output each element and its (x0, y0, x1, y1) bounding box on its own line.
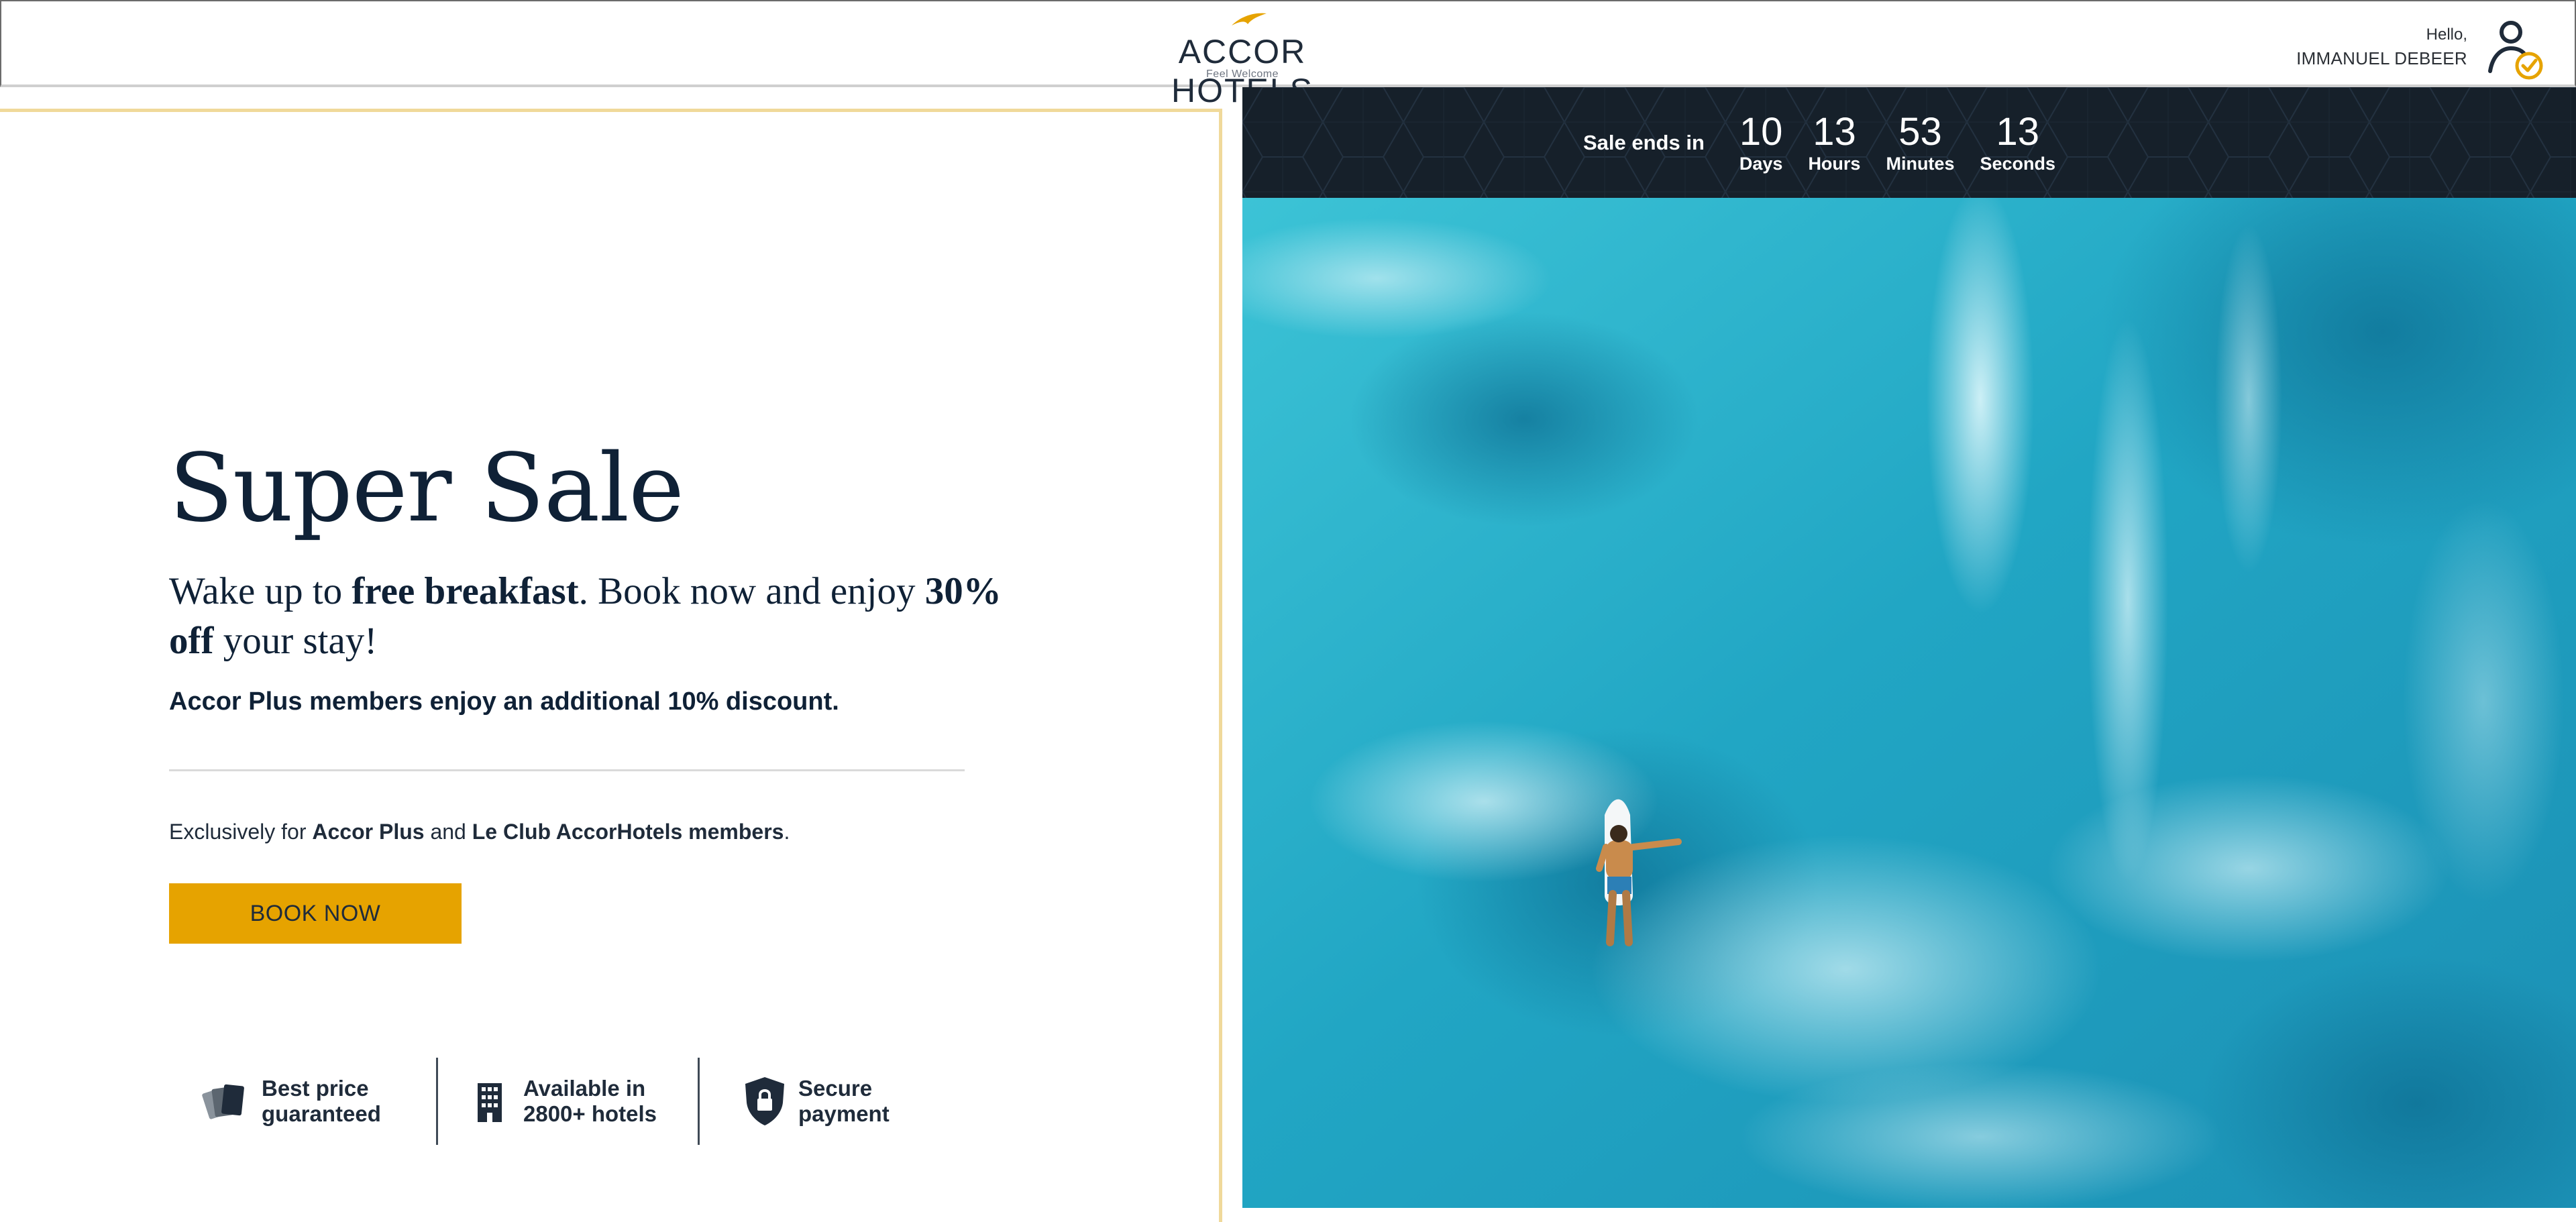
ocean-surfer-image (1242, 198, 2576, 1208)
feature-label: Available in 2800+ hotels (523, 1076, 657, 1126)
countdown-days: 10 Days (1739, 111, 1783, 174)
countdown: Sale ends in 10 Days 13 Hours 53 Minutes… (1583, 111, 2081, 174)
accorhotels-logo[interactable]: ACCOR HOTELS Feel Welcome (1115, 11, 1370, 109)
book-now-button[interactable]: BOOK NOW (169, 883, 462, 944)
countdown-seconds: 13 Seconds (1980, 111, 2055, 174)
feature-divider (698, 1058, 700, 1145)
feature-divider (436, 1058, 438, 1145)
building-icon (463, 1074, 517, 1128)
feature-list: Best price guaranteed Available in 2800+… (195, 1058, 932, 1165)
feature-label: Secure payment (798, 1076, 890, 1126)
hero-image-panel: Sale ends in 10 Days 13 Hours 53 Minutes… (1242, 87, 2576, 1208)
user-check-icon[interactable] (2481, 16, 2548, 83)
shield-lock-icon (738, 1074, 792, 1128)
countdown-value: 53 (1898, 109, 1942, 154)
bird-icon (1232, 13, 1267, 25)
divider (169, 769, 965, 771)
subtitle-text: your stay! (213, 620, 378, 662)
sale-ends-label: Sale ends in (1582, 130, 1705, 154)
promo-subtitle: Wake up to free breakfast. Book now and … (169, 567, 1041, 666)
exclusive-note: Exclusively for Accor Plus and Le Club A… (169, 820, 790, 844)
countdown-bar: Sale ends in 10 Days 13 Hours 53 Minutes… (1242, 87, 2576, 198)
countdown-unit-label: Hours (1808, 153, 1861, 174)
countdown-hours: 13 Hours (1808, 111, 1860, 174)
feature-label: Best price guaranteed (262, 1076, 381, 1126)
members-note: Accor Plus members enjoy an additional 1… (169, 687, 839, 716)
greeting-text: Hello, (2426, 25, 2467, 44)
feature-secure: Secure payment (738, 1058, 890, 1145)
subtitle-text: . Book now and enjoy (578, 570, 925, 612)
countdown-unit-label: Days (1739, 153, 1783, 174)
logo-tagline: Feel Welcome (1206, 68, 1279, 80)
promo-panel: Super Sale Wake up to free breakfast. Bo… (0, 109, 1222, 1222)
subtitle-text: Wake up to (169, 570, 352, 612)
countdown-value: 13 (1996, 109, 2039, 154)
cards-icon (201, 1074, 255, 1128)
feature-hotels: Available in 2800+ hotels (463, 1058, 657, 1145)
countdown-unit-label: Minutes (1886, 153, 1955, 174)
user-account[interactable]: Hello, IMMANUEL DEBEER (2279, 13, 2561, 80)
countdown-value: 13 (1813, 109, 1856, 154)
feature-best-price: Best price guaranteed (201, 1058, 381, 1145)
username-text: IMMANUEL DEBEER (2296, 48, 2467, 68)
exclusive-text: Exclusively for (169, 820, 313, 844)
subtitle-highlight-breakfast: free breakfast (352, 570, 579, 612)
exclusive-accor-plus: Accor Plus (312, 820, 425, 844)
page-title: Super Sale (169, 434, 684, 543)
exclusive-le-club: Le Club AccorHotels members (472, 820, 784, 844)
exclusive-text: . (784, 820, 790, 844)
countdown-value: 10 (1739, 109, 1783, 154)
site-header: ACCOR HOTELS Feel Welcome Hello, IMMANUE… (0, 0, 2576, 109)
countdown-unit-label: Seconds (1980, 153, 2056, 174)
countdown-minutes: 53 Minutes (1886, 111, 1954, 174)
exclusive-text: and (424, 820, 472, 844)
